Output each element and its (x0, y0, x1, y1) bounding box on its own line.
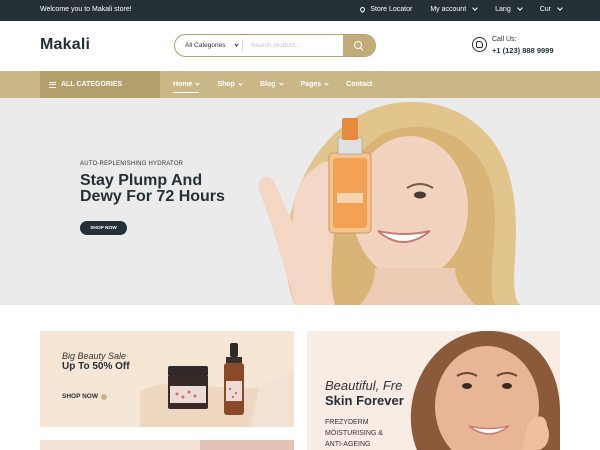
phone-number[interactable]: +1 (123) 888 9999 (492, 46, 554, 55)
call-label: Call Us: (492, 36, 517, 43)
chevron-down-icon (278, 80, 284, 86)
category-select-label: All Categories (185, 42, 226, 49)
nav-item-pages[interactable]: Pages (300, 80, 329, 88)
nav-item-label: Pages (300, 81, 322, 88)
banner-products-image (140, 343, 294, 427)
hero-title-line-2: Dewy For 72 Hours (80, 188, 225, 205)
banner-shop-now-label: SHOP NOW (62, 393, 98, 400)
hero-slider: AUTO-REPLENISHING HYDRATOR Stay Plump An… (0, 98, 600, 305)
nav-item-blog[interactable]: Blog (259, 80, 284, 88)
nav-item-label: Shop (217, 81, 235, 88)
chevron-down-icon (234, 41, 240, 47)
banner-secondary[interactable] (40, 440, 294, 450)
hero-title-line-1: Stay Plump And (80, 172, 203, 189)
chevron-down-icon (472, 5, 478, 11)
search-icon (354, 40, 362, 49)
welcome-text: Welcome you to Makali store! (40, 6, 132, 13)
all-categories-label: ALL CATEGORIES (61, 81, 123, 88)
hero-shop-now-button[interactable]: SHOP NOW (80, 221, 127, 235)
all-categories-button[interactable]: ALL CATEGORIES (40, 71, 160, 98)
banner-beauty-sale[interactable]: Big Beauty Sale Up To 50% Off SHOP NOW (40, 331, 294, 427)
banner-shop-now-link[interactable]: SHOP NOW (62, 393, 107, 400)
nav-item-label: Blog (259, 81, 276, 88)
nav-menu: Home Shop Blog Pages Contact (173, 71, 390, 98)
nav-item-home[interactable]: Home (173, 80, 201, 93)
chevron-down-icon (516, 5, 523, 11)
banner-skin-forever[interactable]: Beautiful, Fre Skin Forever FREZYDERM MO… (307, 331, 560, 450)
language-label: Lang (495, 6, 511, 13)
banner-description-line: MOISTURISING & (325, 430, 383, 437)
top-bar-links: Store Locator My account Lang Cur (342, 5, 563, 14)
banner-title: Skin Forever (325, 393, 404, 408)
chevron-down-icon (238, 80, 243, 86)
menu-icon (49, 81, 56, 88)
search-input[interactable] (243, 35, 343, 56)
banner-secondary-image (200, 440, 294, 450)
currency-label: Cur (539, 6, 551, 13)
nav-item-contact[interactable]: Contact (346, 81, 372, 88)
nav-item-shop[interactable]: Shop (217, 80, 243, 88)
hero-pre-title: AUTO-REPLENISHING HYDRATOR (80, 161, 184, 167)
nav-item-label: Contact (346, 81, 373, 88)
search-bar: All Categories (174, 34, 376, 57)
main-nav: ALL CATEGORIES Home Shop Blog Pages Cont… (0, 71, 600, 98)
banner-description-line: FREZYDERM (325, 419, 369, 426)
arrow-circle-icon (101, 393, 107, 400)
store-locator-link[interactable]: Store Locator (359, 5, 413, 14)
search-button[interactable] (343, 35, 375, 56)
nav-item-label: Home (173, 81, 193, 88)
currency-dropdown[interactable]: Cur (539, 5, 563, 13)
phone-icon (472, 37, 487, 52)
call-us: Call Us: +1 (123) 888 9999 (472, 36, 554, 55)
top-bar: Welcome you to Makali store! Store Locat… (0, 0, 600, 21)
account-label: My account (430, 6, 467, 13)
account-dropdown[interactable]: My account (430, 5, 478, 13)
banner-title: Up To 50% Off (62, 361, 130, 372)
chevron-down-icon (195, 80, 201, 86)
banner-subtitle: Beautiful, Fre (325, 378, 403, 393)
store-locator-label: Store Locator (370, 6, 413, 13)
language-dropdown[interactable]: Lang (495, 5, 523, 13)
logo[interactable]: Makali (40, 36, 90, 54)
site-header: Makali All Categories Call Us: +1 (123) … (0, 21, 600, 71)
banner-description-line: ANTI-AGEING (325, 441, 371, 448)
banner-model-image (410, 331, 560, 450)
chevron-down-icon (557, 5, 563, 11)
hero-model-image (258, 101, 520, 305)
hero-title: Stay Plump And Dewy For 72 Hours (80, 173, 225, 205)
banner-subtitle: Big Beauty Sale (62, 351, 127, 361)
category-select[interactable]: All Categories (175, 39, 243, 52)
chevron-down-icon (324, 80, 329, 86)
location-pin-icon (359, 5, 367, 14)
banner-description: FREZYDERM MOISTURISING & ANTI-AGEING (325, 417, 383, 450)
